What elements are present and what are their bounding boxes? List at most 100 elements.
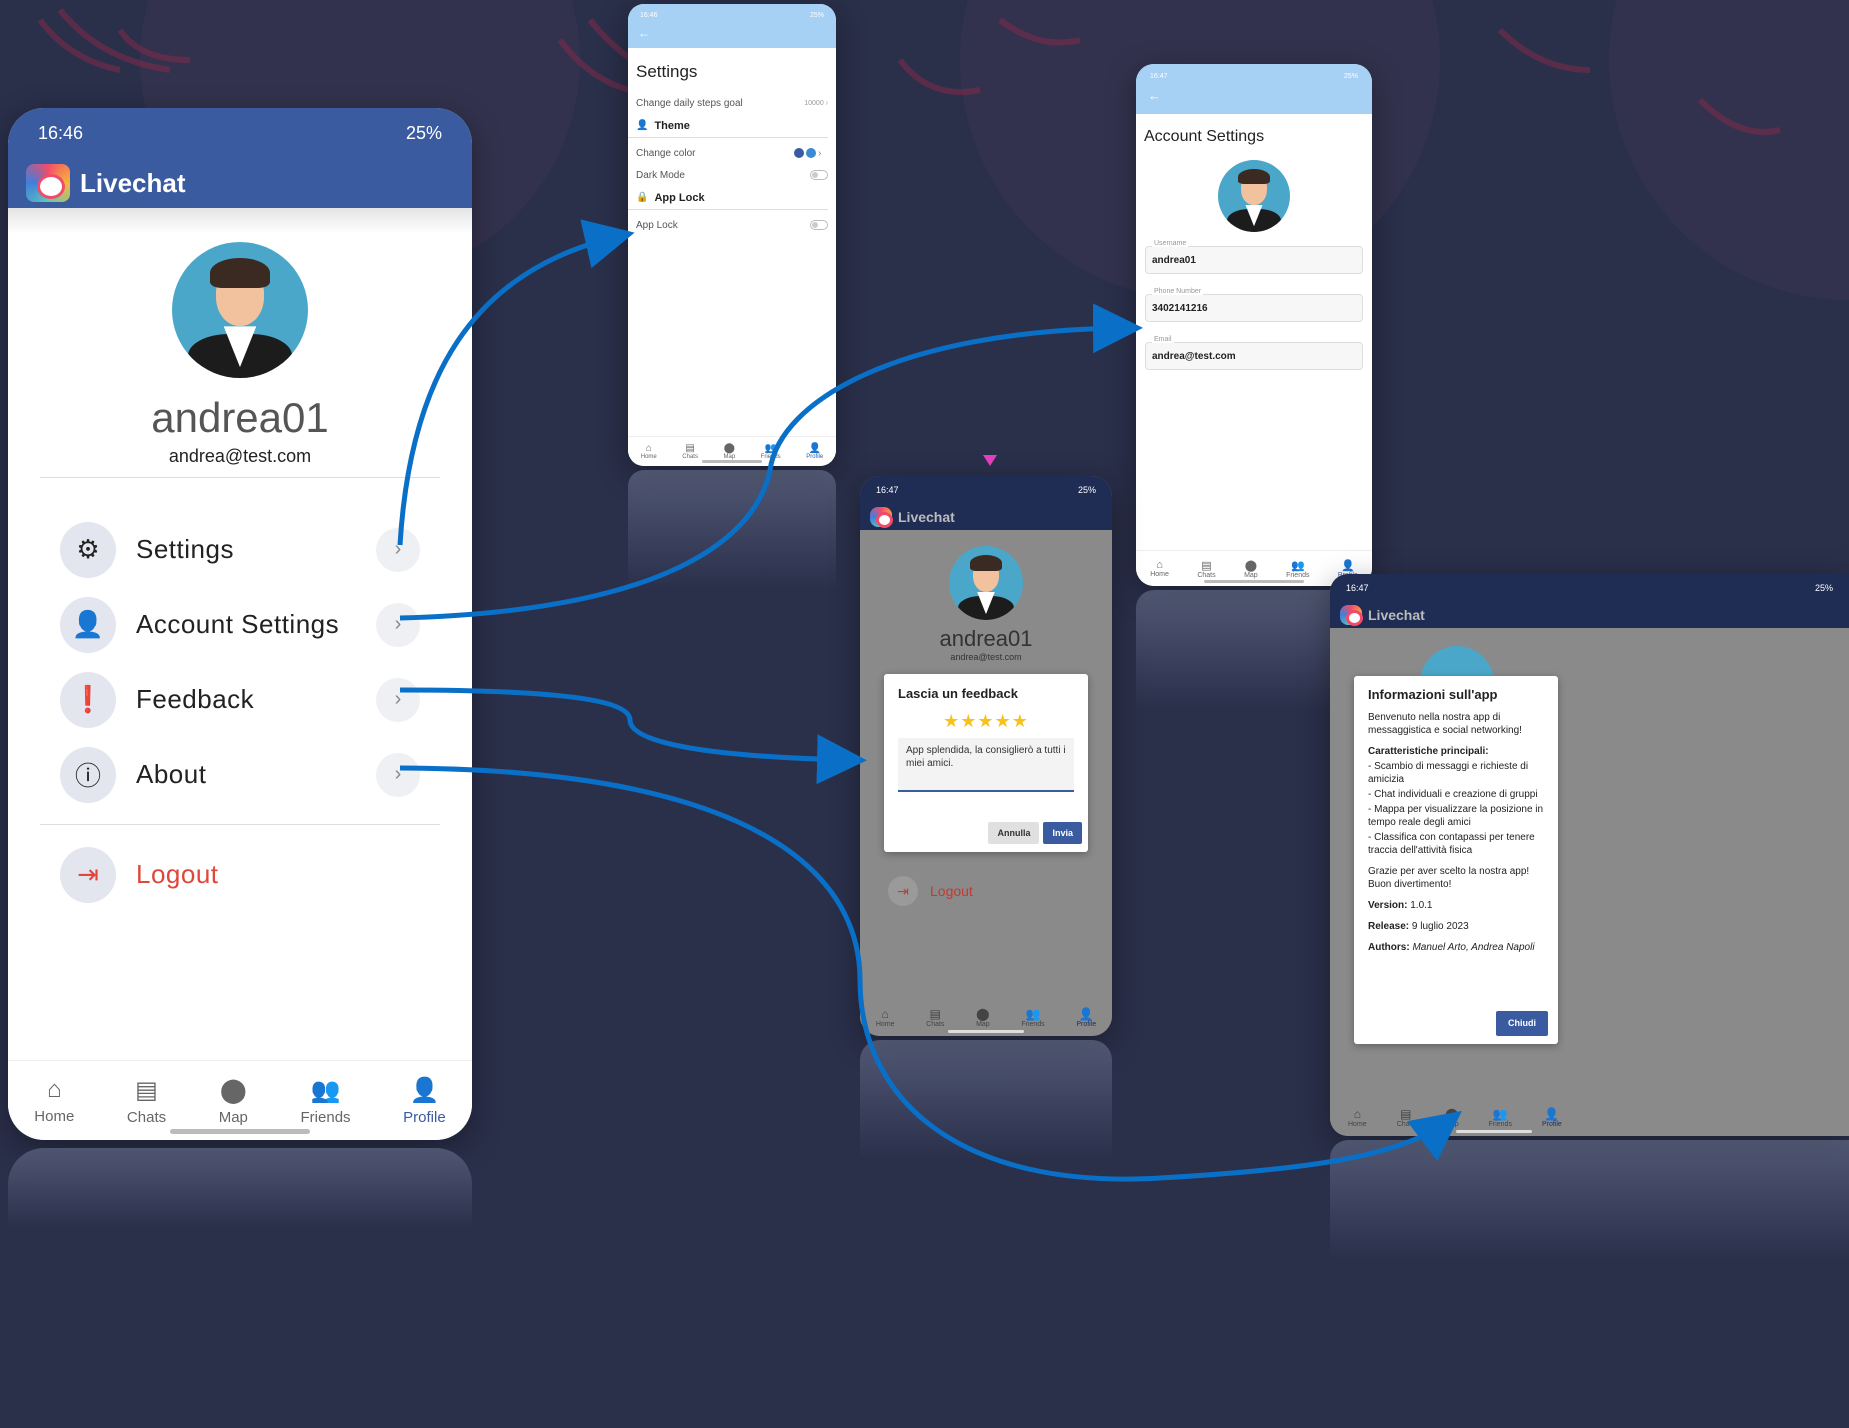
nav-chats[interactable]: ▤ Chats (1197, 559, 1215, 579)
friends-icon: 👥 (764, 443, 777, 454)
change-color-row[interactable]: Change color › (628, 142, 836, 164)
release-row: Release: 9 luglio 2023 (1368, 921, 1469, 932)
friends-icon: 👥 (310, 1076, 341, 1104)
phone-field[interactable]: Phone Number 3402141216 (1145, 288, 1363, 322)
status-time: 16:47 (1150, 72, 1168, 80)
feedback-screen: 16:47 25% Livechat andrea01 andrea@test.… (860, 476, 1112, 1036)
menu-item-account-settings[interactable]: 👤 Account Settings › (8, 587, 472, 662)
nav-map[interactable]: ⬤ Map (976, 1007, 990, 1028)
profile-screen: 16:46 25% Livechat andrea01 andrea@test.… (8, 108, 472, 1140)
profile-email: andrea@test.com (168, 446, 312, 466)
nav-profile[interactable]: 👤Profile (1076, 1007, 1096, 1028)
logout-label: Logout (136, 859, 219, 889)
logout-button[interactable]: ⇥ Logout (8, 837, 472, 912)
nav-home[interactable]: ⌂ Home (34, 1076, 74, 1125)
logout-icon: ⇥ (888, 876, 918, 906)
back-arrow-icon[interactable]: ← (628, 26, 836, 48)
dark-mode-row: Dark Mode (628, 164, 836, 186)
feature-item: - Chat individuali e creazione di gruppi (1368, 789, 1538, 800)
nav-home[interactable]: ⌂ Home (876, 1007, 895, 1028)
divider (40, 477, 440, 478)
steps-goal-row[interactable]: Change daily steps goal 10000 › (628, 92, 836, 114)
status-bar: 16:47 25% (1136, 64, 1372, 88)
user-gear-icon: 👤 (60, 596, 116, 653)
version-row: Version: 1.0.1 (1368, 900, 1433, 911)
send-button[interactable]: Invia (1043, 822, 1082, 844)
nav-profile[interactable]: 👤Profile (806, 443, 823, 460)
email-field[interactable]: Email andrea@test.com (1145, 336, 1363, 370)
menu-item-feedback[interactable]: ❗ Feedback › (8, 662, 472, 737)
about-dialog: Informazioni sull'app Benvenuto nella no… (1354, 676, 1558, 1044)
dialog-title: Lascia un feedback (898, 686, 1018, 701)
chat-icon: ▤ (1201, 559, 1212, 572)
status-bar: 16:47 25% (1330, 574, 1849, 602)
profile-icon: 👤 (1340, 559, 1355, 572)
map-pin-icon: ⬤ (219, 1076, 247, 1104)
logout-icon: ⇥ (60, 846, 116, 903)
nav-profile[interactable]: 👤Profile (403, 1076, 446, 1126)
status-time: 16:46 (640, 11, 658, 19)
chevron-right-icon[interactable]: › (376, 527, 420, 572)
nav-map[interactable]: ⬤ Map (1244, 559, 1258, 579)
nav-chats[interactable]: ▤ Chats (926, 1007, 944, 1028)
menu-label: Feedback (136, 684, 255, 714)
theme-header: 👤 Theme (628, 114, 828, 138)
chat-icon: ▤ (135, 1076, 158, 1104)
dark-mode-toggle[interactable] (810, 170, 828, 180)
close-button[interactable]: Chiudi (1496, 1011, 1548, 1036)
reflection (628, 470, 836, 590)
app-title: Livechat (898, 509, 955, 525)
feedback-textarea[interactable]: App splendida, la consiglierò a tutti i … (898, 738, 1074, 792)
nav-chats[interactable]: ▤ Chats (682, 443, 698, 460)
map-pin-icon: ⬤ (1445, 1106, 1459, 1121)
back-arrow-icon[interactable]: ← (1136, 88, 1372, 114)
map-pin-icon: ⬤ (976, 1006, 990, 1021)
nav-friends[interactable]: 👥 Friends (301, 1076, 351, 1126)
chevron-right-icon[interactable]: › (376, 602, 420, 647)
person-icon: 👤 (636, 120, 649, 131)
menu-label: Account Settings (136, 609, 340, 639)
chat-icon: ▤ (1400, 1106, 1412, 1121)
nav-home[interactable]: ⌂ Home (1150, 559, 1169, 578)
status-time: 16:47 (1346, 583, 1369, 593)
about-thanks: Grazie per aver scelto la nostra app! Bu… (1368, 866, 1530, 890)
nav-profile[interactable]: 👤Profile (1542, 1107, 1562, 1128)
nav-home[interactable]: ⌂ Home (1348, 1107, 1367, 1128)
home-icon: ⌂ (645, 443, 652, 454)
friends-icon: 👥 (1492, 1106, 1508, 1121)
nav-map[interactable]: ⬤ Map (1445, 1107, 1459, 1128)
nav-map[interactable]: ⬤ Map (723, 443, 735, 460)
home-indicator (1204, 580, 1304, 583)
reflection (8, 1148, 472, 1228)
feature-item: - Classifica con contapassi per tenere t… (1368, 832, 1535, 856)
logout-button[interactable]: ⇥ Logout (888, 876, 973, 906)
nav-friends[interactable]: 👥 Friends (1489, 1107, 1512, 1128)
menu-item-settings[interactable]: ⚙ Settings › (8, 512, 472, 587)
status-battery: 25% (809, 11, 824, 19)
menu-item-about[interactable]: ⓘ About › (8, 737, 472, 812)
nav-map[interactable]: ⬤ Map (219, 1076, 248, 1126)
chat-icon: ▤ (929, 1006, 941, 1021)
nav-friends[interactable]: 👥 Friends (1021, 1007, 1044, 1028)
livechat-logo-icon (26, 164, 70, 202)
home-indicator (702, 460, 762, 463)
chevron-right-icon[interactable]: › (376, 677, 420, 722)
nav-friends[interactable]: 👥 Friends (761, 443, 781, 460)
star-rating[interactable]: ★★★★★ (898, 711, 1074, 732)
applock-toggle[interactable] (810, 220, 828, 230)
avatar[interactable] (1218, 160, 1290, 232)
feedback-dialog: Lascia un feedback ★★★★★ App splendida, … (884, 674, 1088, 852)
bottom-nav: ⌂Home ▤Chats ⬤Map 👥Friends 👤Profile (8, 1060, 472, 1140)
profile-icon: 👤 (1544, 1106, 1560, 1121)
nav-chats[interactable]: ▤ Chats (127, 1076, 166, 1126)
app-title: Livechat (1368, 607, 1425, 623)
nav-home[interactable]: ⌂ Home (641, 443, 657, 460)
menu-label: About (136, 759, 207, 789)
profile-icon: 👤 (1078, 1006, 1094, 1021)
nav-chats[interactable]: ▤ Chats (1397, 1107, 1415, 1128)
chevron-right-icon[interactable]: › (376, 752, 420, 797)
nav-friends[interactable]: 👥 Friends (1286, 559, 1309, 579)
profile-username: andrea01 (939, 626, 1033, 651)
username-field[interactable]: Username andrea01 (1145, 240, 1363, 274)
cancel-button[interactable]: Annulla (988, 822, 1040, 844)
